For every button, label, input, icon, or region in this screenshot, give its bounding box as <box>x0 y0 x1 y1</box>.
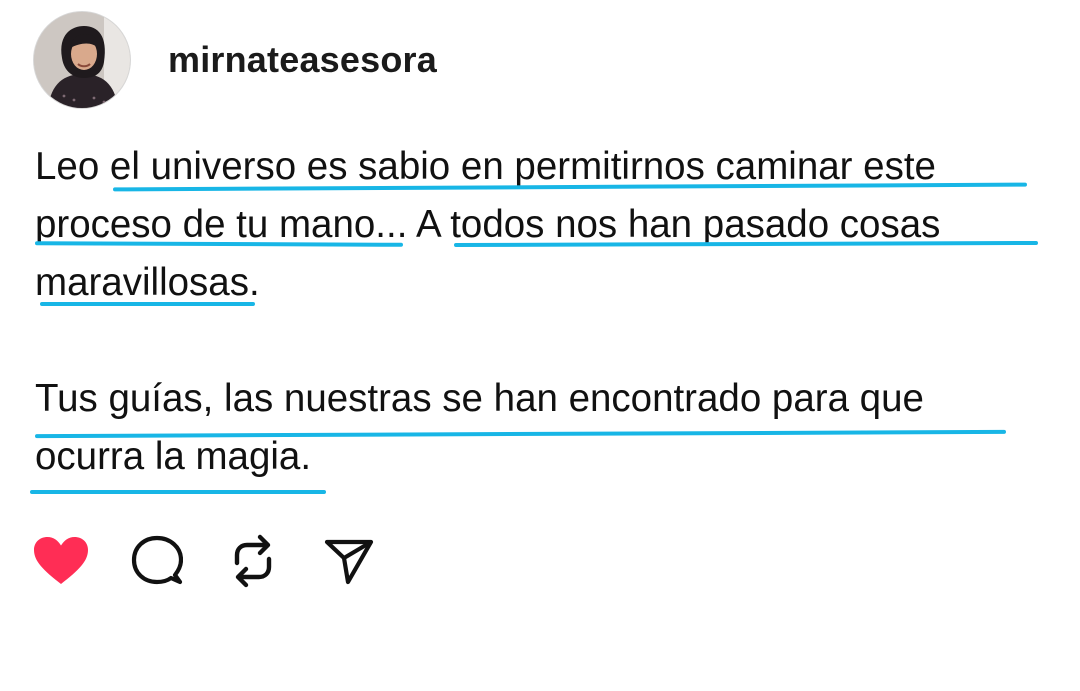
like-button[interactable] <box>33 533 89 589</box>
highlight-underline <box>30 490 326 494</box>
post-text-blank-line <box>35 312 1055 370</box>
comment-button[interactable] <box>129 533 185 589</box>
post-text-line: Tus guías, las nuestras se han encontrad… <box>35 377 924 420</box>
comment-icon <box>131 535 183 585</box>
heart-icon <box>34 537 88 584</box>
repost-icon <box>234 534 272 588</box>
highlight-underline <box>40 302 255 306</box>
username[interactable]: mirnateasesora <box>168 39 437 81</box>
avatar[interactable] <box>33 11 131 109</box>
share-icon <box>324 539 374 585</box>
post-header: mirnateasesora <box>33 10 437 110</box>
share-button[interactable] <box>321 533 377 589</box>
post-actions <box>33 533 377 589</box>
repost-button[interactable] <box>225 533 281 589</box>
avatar-photo <box>34 12 130 108</box>
